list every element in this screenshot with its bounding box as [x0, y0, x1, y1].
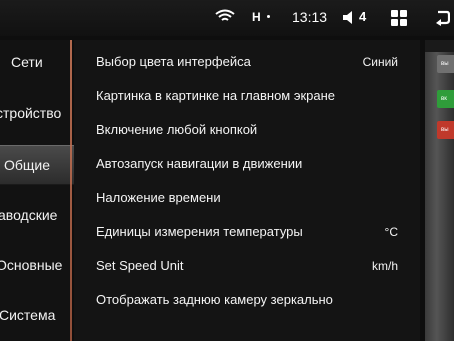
setting-wake-any-button[interactable]: Включение любой кнопкой — [96, 113, 396, 147]
sidebar-item-device[interactable]: стройство — [0, 94, 66, 132]
side-button-on[interactable]: вк — [437, 90, 454, 108]
network-type: H — [252, 10, 261, 24]
sidebar-item-label: аводские — [0, 207, 58, 223]
setting-speed-unit[interactable]: Set Speed Unit km/h — [96, 249, 398, 283]
wifi-icon — [215, 9, 235, 21]
side-button-off[interactable]: вы — [437, 55, 454, 73]
sidebar-item-general[interactable]: Общие — [0, 145, 74, 185]
status-bar: H 13:13 4 — [0, 0, 454, 36]
setting-value: Синий — [362, 55, 398, 69]
setting-label: Включение любой кнопкой — [96, 122, 258, 137]
apps-grid-icon[interactable] — [391, 10, 407, 26]
settings-list: Выбор цвета интерфейса Синий Картинка в … — [74, 40, 420, 341]
setting-label: Set Speed Unit — [96, 258, 184, 273]
signal-dot — [267, 15, 270, 18]
sidebar-item-label: Общие — [4, 157, 51, 173]
setting-time-overlay[interactable]: Наложение времени — [96, 181, 396, 215]
sidebar-item-label: стройство — [0, 105, 62, 121]
side-panel-header — [425, 40, 454, 52]
sidebar-item-networks[interactable]: Сети — [0, 43, 81, 81]
setting-label: Выбор цвета интерфейса — [96, 54, 251, 69]
sidebar-item-label: Основные — [0, 257, 63, 273]
back-icon[interactable] — [436, 10, 450, 26]
setting-pip-main-screen[interactable]: Картинка в картинке на главном экране — [96, 79, 396, 113]
sidebar-item-system[interactable]: Система — [0, 296, 69, 334]
sidebar-item-label: Сети — [11, 54, 43, 70]
setting-value: °C — [384, 225, 398, 239]
setting-label: Единицы измерения температуры — [96, 224, 303, 239]
clock: 13:13 — [292, 9, 328, 25]
setting-label: Наложение времени — [96, 190, 221, 205]
setting-label: Отображать заднюю камеру зеркально — [96, 292, 333, 307]
setting-mirror-rear-camera[interactable]: Отображать заднюю камеру зеркально — [96, 283, 396, 317]
side-button-off-red[interactable]: вы — [437, 121, 454, 139]
side-panel — [425, 40, 454, 341]
setting-value: km/h — [371, 259, 398, 273]
volume-icon[interactable] — [342, 11, 356, 24]
setting-label: Автозапуск навигации в движении — [96, 156, 303, 171]
sidebar-item-basic[interactable]: Основные — [0, 246, 66, 284]
sidebar-item-label: Система — [0, 307, 56, 323]
sidebar-divider — [70, 40, 72, 341]
settings-sidebar: Сети стройство Общие аводские Основные С… — [0, 40, 74, 341]
setting-temperature-unit[interactable]: Единицы измерения температуры °C — [96, 215, 398, 249]
setting-auto-navigation[interactable]: Автозапуск навигации в движении — [96, 147, 396, 181]
sidebar-item-factory[interactable]: аводские — [0, 196, 68, 234]
setting-label: Картинка в картинке на главном экране — [96, 88, 336, 103]
volume-level: 4 — [359, 9, 367, 24]
setting-ui-color[interactable]: Выбор цвета интерфейса Синий — [96, 45, 398, 79]
